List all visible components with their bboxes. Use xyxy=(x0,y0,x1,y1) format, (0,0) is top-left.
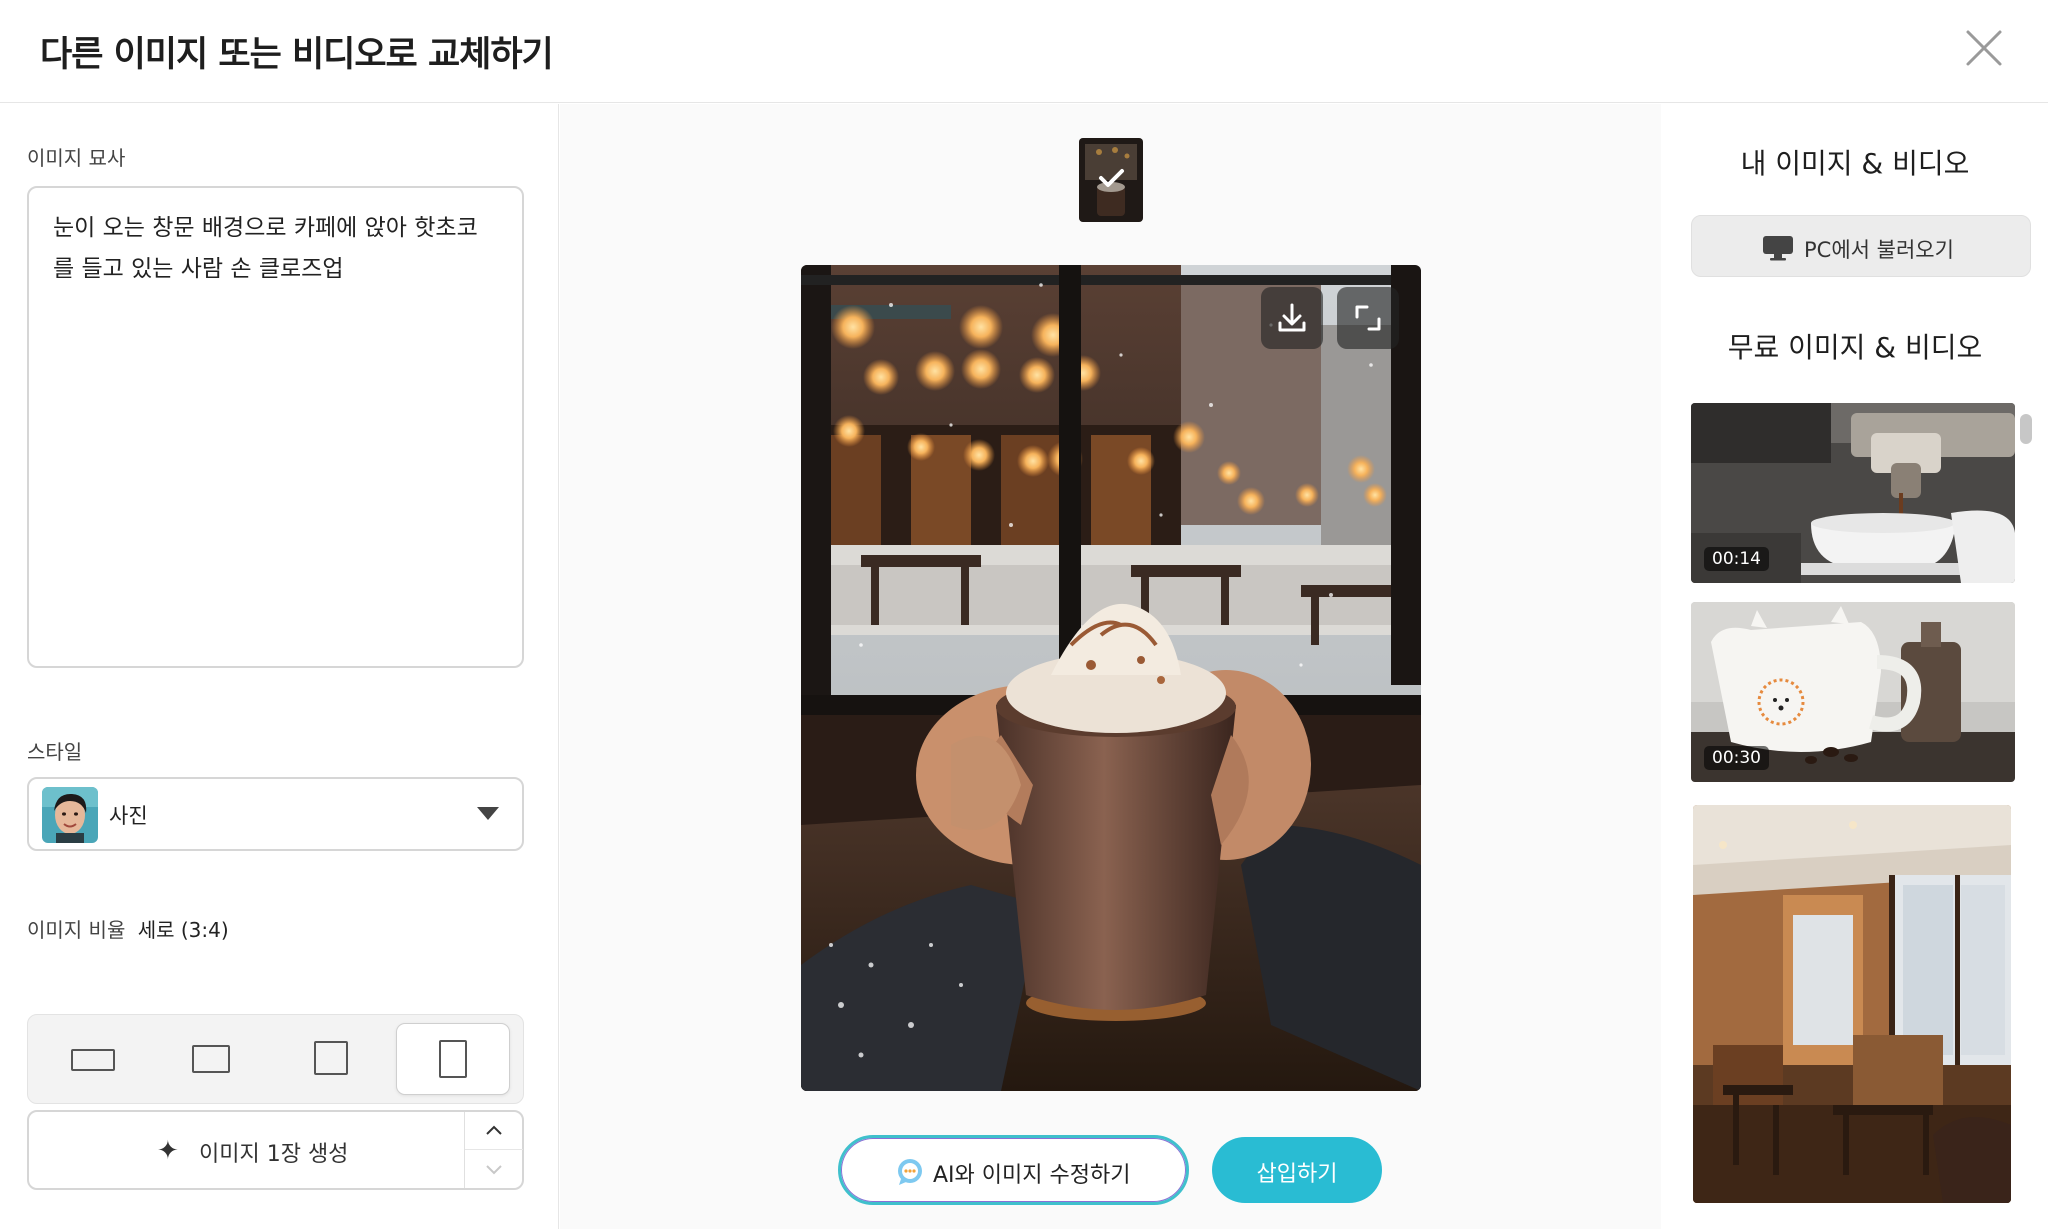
ratio-label-text: 이미지 비율 xyxy=(27,918,126,942)
monitor-icon xyxy=(1763,236,1793,261)
count-increase-button[interactable] xyxy=(465,1112,523,1150)
ratio-option-portrait[interactable] xyxy=(396,1023,510,1095)
expand-button[interactable] xyxy=(1337,287,1399,349)
scrollbar-thumb[interactable] xyxy=(2020,414,2032,444)
generated-thumbnail-selected[interactable] xyxy=(1079,138,1143,222)
style-dropdown[interactable]: 사진 xyxy=(27,777,524,851)
my-media-title: 내 이미지 & 비디오 xyxy=(1740,147,1970,180)
generate-button[interactable]: ✦ 이미지 1장 생성 xyxy=(29,1112,464,1188)
video-duration: 00:14 xyxy=(1704,547,1769,571)
preview-image xyxy=(801,265,1421,1091)
load-from-pc-label: PC에서 불러오기 xyxy=(1804,238,1954,262)
ratio-option-landscape[interactable] xyxy=(154,1023,268,1095)
generate-label: 이미지 1장 생성 xyxy=(199,1142,349,1167)
ratio-selector xyxy=(27,1014,524,1104)
insert-label: 삽입하기 xyxy=(1256,1162,1338,1187)
media-library-panel: 내 이미지 & 비디오 PC에서 불러오기 무료 이미지 & 비디오 00:14 xyxy=(1662,104,2048,1229)
style-label: 스타일 xyxy=(27,740,83,764)
description-label: 이미지 묘사 xyxy=(27,146,126,170)
ai-edit-label: AI와 이미지 수정하기 xyxy=(933,1163,1131,1188)
style-thumbnail xyxy=(42,787,98,843)
chevron-up-icon xyxy=(486,1125,502,1135)
ratio-portrait-icon xyxy=(439,1040,467,1078)
media-item-espresso[interactable]: 00:14 xyxy=(1691,403,2015,583)
load-from-pc-button[interactable]: PC에서 불러오기 xyxy=(1691,215,2031,277)
ai-edit-button[interactable]: AI와 이미지 수정하기 xyxy=(838,1135,1189,1205)
expand-icon xyxy=(1355,305,1381,331)
generation-panel: 이미지 묘사 눈이 오는 창문 배경으로 카페에 앉아 핫초코를 들고 있는 사… xyxy=(0,104,559,1229)
close-icon[interactable] xyxy=(1962,26,2006,70)
ratio-option-wide[interactable] xyxy=(34,1023,148,1095)
download-button[interactable] xyxy=(1261,287,1323,349)
ai-chat-icon xyxy=(898,1159,922,1185)
dialog-title: 다른 이미지 또는 비디오로 교체하기 xyxy=(40,35,554,75)
ratio-wide-icon xyxy=(71,1049,115,1071)
chevron-down-icon xyxy=(477,807,499,820)
sparkle-icon: ✦ xyxy=(157,1136,179,1166)
generate-control: ✦ 이미지 1장 생성 xyxy=(27,1110,524,1190)
media-item-cafe-interior[interactable] xyxy=(1693,805,2011,1203)
free-media-title: 무료 이미지 & 비디오 xyxy=(1727,331,1983,364)
ratio-landscape-icon xyxy=(192,1045,230,1073)
chevron-down-icon xyxy=(486,1165,502,1175)
ratio-square-icon xyxy=(314,1041,348,1075)
ratio-option-square[interactable] xyxy=(274,1023,388,1095)
media-item-mug[interactable]: 00:30 xyxy=(1691,602,2015,782)
ratio-label: 이미지 비율 세로 (3:4) xyxy=(27,914,229,943)
description-textarea[interactable]: 눈이 오는 창문 배경으로 카페에 앉아 핫초코를 들고 있는 사람 손 클로즈… xyxy=(27,186,524,668)
video-duration: 00:30 xyxy=(1704,746,1769,770)
dialog-header: 다른 이미지 또는 비디오로 교체하기 xyxy=(0,0,2048,103)
download-icon xyxy=(1278,303,1306,332)
preview-panel: AI와 이미지 수정하기 삽입하기 xyxy=(560,104,1661,1229)
count-stepper xyxy=(464,1112,523,1188)
style-value: 사진 xyxy=(109,804,148,828)
count-decrease-button[interactable] xyxy=(465,1150,523,1188)
ratio-value: 세로 (3:4) xyxy=(137,918,229,942)
insert-button[interactable]: 삽입하기 xyxy=(1212,1137,1382,1203)
